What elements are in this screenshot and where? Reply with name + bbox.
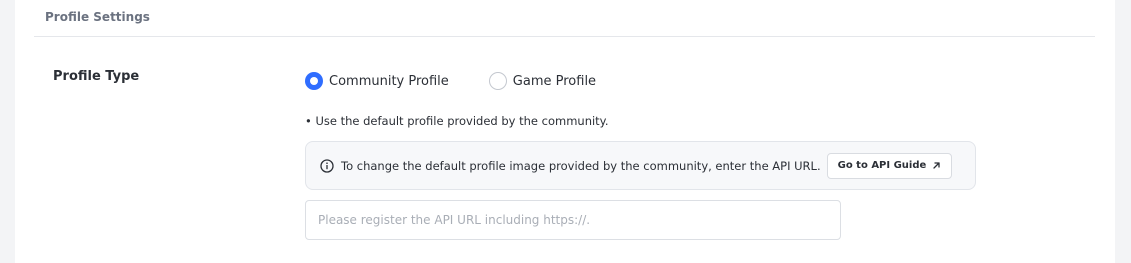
notice-text: To change the default profile image prov…	[341, 158, 821, 173]
radio-button-unchecked[interactable]	[488, 72, 507, 90]
profile-type-radio-group: Community Profile Game Profile	[305, 72, 596, 90]
profile-type-help-text: • Use the default profile provided by th…	[305, 114, 609, 128]
section-title: Profile Settings	[45, 10, 150, 24]
profile-type-label: Profile Type	[53, 69, 140, 84]
go-to-api-guide-label: Go to API Guide	[837, 160, 927, 171]
api-url-input[interactable]	[305, 200, 841, 240]
profile-settings-panel: Profile Settings Profile Type Community …	[15, 0, 1115, 263]
section-divider	[34, 36, 1095, 37]
api-url-notice: To change the default profile image prov…	[305, 141, 976, 190]
radio-game-profile[interactable]: Game Profile	[488, 72, 596, 90]
radio-label-game-profile[interactable]: Game Profile	[513, 74, 596, 89]
go-to-api-guide-button[interactable]: Go to API Guide	[826, 152, 953, 179]
external-link-icon	[932, 161, 941, 170]
radio-community-profile[interactable]: Community Profile	[305, 72, 449, 90]
radio-label-community-profile[interactable]: Community Profile	[329, 74, 449, 89]
info-icon	[320, 158, 334, 173]
radio-button-checked[interactable]	[305, 72, 323, 90]
